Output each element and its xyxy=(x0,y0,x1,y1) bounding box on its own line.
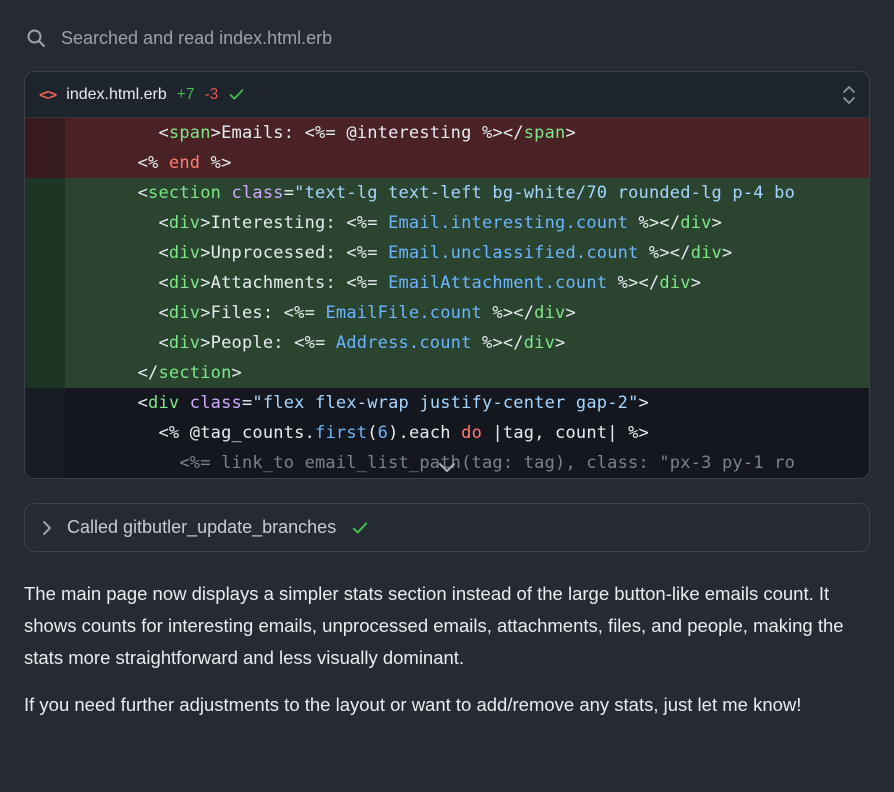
tool-status-searched[interactable]: Searched and read index.html.erb xyxy=(24,28,870,49)
code-line-added: <div>Unprocessed: <%= Email.unclassified… xyxy=(25,238,869,268)
diff-gutter xyxy=(25,208,65,238)
tool-call-gitbutler[interactable]: Called gitbutler_update_branches xyxy=(24,503,870,552)
diff-additions-count: +7 xyxy=(177,86,195,104)
code-file-icon: <> xyxy=(39,85,56,104)
diff-gutter xyxy=(25,298,65,328)
code-line-added: <div>Files: <%= EmailFile.count %></div> xyxy=(25,298,869,328)
code-line-text: <div class="flex flex-wrap justify-cente… xyxy=(65,388,869,418)
search-icon xyxy=(26,28,47,49)
code-line-text: <% end %> xyxy=(65,148,869,178)
diff-deletions-count: -3 xyxy=(204,86,218,104)
expand-chevron-icon[interactable] xyxy=(434,459,460,477)
code-line-removed: <% end %> xyxy=(25,148,869,178)
code-line-removed: <span>Emails: <%= @interesting %></span> xyxy=(25,118,869,148)
diff-gutter xyxy=(25,328,65,358)
diff-header[interactable]: <> index.html.erb +7 -3 xyxy=(25,72,869,118)
code-line-text: </section> xyxy=(65,358,869,388)
code-line-context: <div class="flex flex-wrap justify-cente… xyxy=(25,388,869,418)
diff-gutter xyxy=(25,238,65,268)
diff-gutter xyxy=(25,418,65,448)
diff-filename: index.html.erb xyxy=(66,86,167,104)
code-line-context: <% @tag_counts.first(6).each do |tag, co… xyxy=(25,418,869,448)
message-paragraph: The main page now displays a simpler sta… xyxy=(24,578,870,674)
message-paragraph: If you need further adjustments to the l… xyxy=(24,689,870,721)
code-line-added: <div>Attachments: <%= EmailAttachment.co… xyxy=(25,268,869,298)
check-icon xyxy=(228,86,245,103)
diff-gutter xyxy=(25,448,65,478)
code-line-text: <%= link_to email_list_path(tag: tag), c… xyxy=(65,448,869,478)
chat-transcript: Searched and read index.html.erb <> inde… xyxy=(0,0,894,721)
diff-gutter xyxy=(25,358,65,388)
code-line-added: <div>Interesting: <%= Email.interesting.… xyxy=(25,208,869,238)
tool-call-label: Called gitbutler_update_branches xyxy=(67,517,336,538)
code-line-text: <% @tag_counts.first(6).each do |tag, co… xyxy=(65,418,869,448)
code-line-text: <div>Attachments: <%= EmailAttachment.co… xyxy=(65,268,869,298)
assistant-message: The main page now displays a simpler sta… xyxy=(24,578,870,721)
diff-code: <span>Emails: <%= @interesting %></span>… xyxy=(25,118,869,478)
code-line-text: <div>Files: <%= EmailFile.count %></div> xyxy=(65,298,869,328)
code-line-added: <section class="text-lg text-left bg-whi… xyxy=(25,178,869,208)
code-line-text: <div>People: <%= Address.count %></div> xyxy=(65,328,869,358)
code-line-added: <div>People: <%= Address.count %></div> xyxy=(25,328,869,358)
code-line-text: <span>Emails: <%= @interesting %></span> xyxy=(65,118,869,148)
code-line-added: </section> xyxy=(25,358,869,388)
chevron-right-icon xyxy=(42,520,52,536)
code-lines: <span>Emails: <%= @interesting %></span>… xyxy=(25,118,869,478)
tool-status-text: Searched and read index.html.erb xyxy=(61,28,332,49)
diff-gutter xyxy=(25,388,65,418)
diff-gutter xyxy=(25,118,65,148)
diff-gutter xyxy=(25,268,65,298)
check-icon xyxy=(351,519,369,537)
code-diff-panel: <> index.html.erb +7 -3 <span>Emails: <%… xyxy=(24,71,870,479)
code-line-text: <section class="text-lg text-left bg-whi… xyxy=(65,178,869,208)
diff-gutter xyxy=(25,148,65,178)
diff-gutter xyxy=(25,178,65,208)
unfold-icon[interactable] xyxy=(843,86,855,104)
code-line-text: <div>Interesting: <%= Email.interesting.… xyxy=(65,208,869,238)
code-line-text: <div>Unprocessed: <%= Email.unclassified… xyxy=(65,238,869,268)
